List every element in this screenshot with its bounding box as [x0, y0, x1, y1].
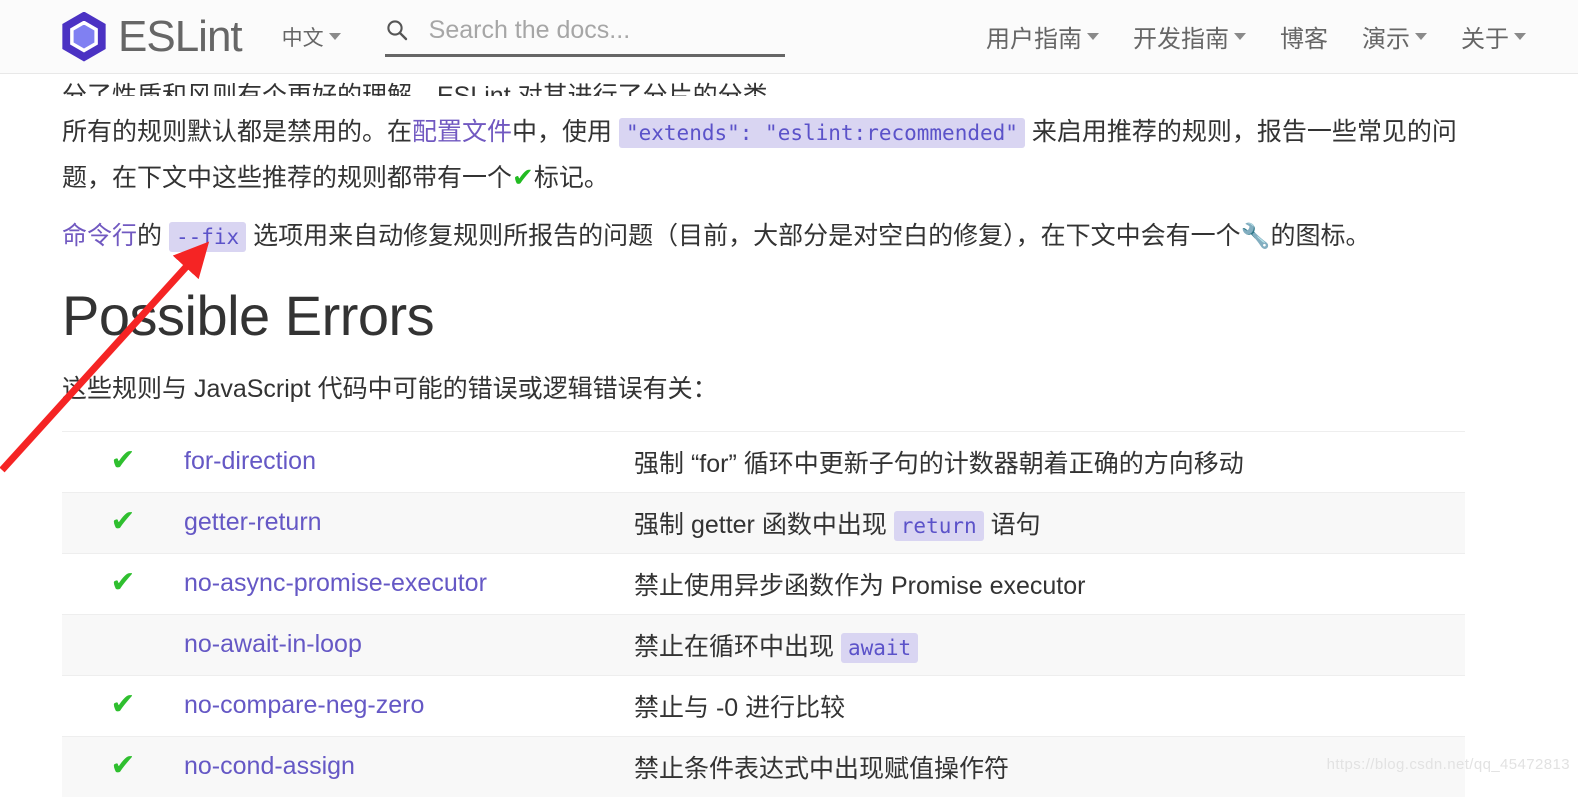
config-file-link[interactable]: 配置文件: [412, 118, 512, 146]
rule-link-for-direction[interactable]: for-direction: [184, 447, 316, 475]
text-segment: 所有的规则默认都是禁用的。在: [62, 118, 413, 146]
search-icon: [386, 20, 407, 41]
text-segment: 标记。: [533, 164, 609, 192]
desc-text: 禁止在循环中出现: [634, 632, 841, 661]
text-segment: 的: [137, 222, 169, 250]
chevron-down-icon: [328, 33, 341, 40]
check-mark-icon: ✔: [110, 444, 136, 478]
paragraph-recommended-rules: 所有的规则默认都是禁用的。在配置文件中，使用 "extends": "eslin…: [62, 110, 1498, 200]
clipped-previous-paragraph: 分了性质和风则有个更好的理解，ESLint 对其进行了分片的分类。: [62, 82, 793, 96]
code-extends-recommended: "extends": "eslint:recommended": [618, 118, 1025, 148]
chevron-down-icon: [1514, 33, 1526, 40]
rule-name-cell: no-async-promise-executor: [184, 553, 634, 614]
table-row[interactable]: ✔ no-compare-neg-zero 禁止与 -0 进行比较: [62, 675, 1465, 736]
rule-name-cell: for-direction: [184, 431, 634, 492]
rules-table: ✔ for-direction 强制 “for” 循环中更新子句的计数器朝着正确…: [62, 431, 1465, 797]
rule-description-cell: 禁止使用异步函数作为 Promise executor: [634, 553, 1465, 614]
brand-logo-link[interactable]: ESLint: [56, 9, 243, 65]
nav-label: 开发指南: [1133, 26, 1229, 53]
check-mark-icon: ✔: [110, 688, 136, 722]
check-mark-icon: ✔: [110, 749, 136, 783]
code-return: return: [893, 510, 984, 541]
rule-description-cell: 禁止与 -0 进行比较: [634, 675, 1465, 736]
brand-name: ESLint: [118, 11, 243, 61]
recommended-cell: ✔: [62, 675, 184, 736]
text-segment: 中，使用: [512, 118, 619, 146]
rule-description-cell: 强制 getter 函数中出现 return 语句: [634, 492, 1465, 553]
eslint-hexagon-logo-icon: [56, 9, 112, 65]
search-box[interactable]: [384, 15, 785, 57]
nav-item-user-guide[interactable]: 用户指南: [986, 19, 1099, 54]
nav-label: 博客: [1280, 26, 1328, 53]
desc-text: 强制 “for” 循环中更新子句的计数器朝着正确的方向移动: [634, 449, 1244, 478]
search-input[interactable]: [428, 15, 785, 45]
recommended-cell: ✔: [62, 431, 184, 492]
recommended-cell: ✔: [62, 736, 184, 797]
nav-item-about[interactable]: 关于: [1461, 19, 1526, 54]
main-navigation: 用户指南 开发指南 博客 演示 关于: [986, 19, 1526, 54]
language-selector[interactable]: 中文: [282, 22, 341, 52]
nav-item-blog[interactable]: 博客: [1280, 19, 1328, 54]
site-header: ESLint 中文 用户指南 开发指南 博客 演示 关于: [0, 0, 1578, 74]
table-row[interactable]: ✔ no-async-promise-executor 禁止使用异步函数作为 P…: [62, 553, 1465, 614]
check-mark-icon: ✔: [110, 566, 136, 600]
recommended-cell: ✔: [62, 553, 184, 614]
nav-label: 关于: [1461, 26, 1509, 53]
table-row[interactable]: ✔ getter-return 强制 getter 函数中出现 return 语…: [62, 492, 1465, 554]
text-segment: 选项用来自动修复规则所报告的问题（目前，大部分是对空白的修复），在下文中会有一个: [246, 222, 1241, 250]
rule-description-cell: 强制 “for” 循环中更新子句的计数器朝着正确的方向移动: [634, 431, 1465, 492]
rule-name-cell: no-await-in-loop: [184, 614, 634, 675]
nav-label: 演示: [1362, 26, 1410, 53]
nav-label: 用户指南: [986, 26, 1082, 53]
recommended-cell: ✔: [62, 492, 184, 553]
table-row[interactable]: ✔ no-cond-assign 禁止条件表达式中出现赋值操作符: [62, 736, 1465, 797]
desc-text: 禁止条件表达式中出现赋值操作符: [634, 754, 1010, 783]
command-line-link[interactable]: 命令行: [62, 222, 137, 250]
rule-link-no-async-promise-executor[interactable]: no-async-promise-executor: [184, 569, 487, 597]
rule-link-no-cond-assign[interactable]: no-cond-assign: [184, 752, 355, 780]
table-row[interactable]: no-await-in-loop 禁止在循环中出现 await: [62, 614, 1465, 676]
recommended-cell: [62, 614, 184, 675]
rule-link-no-compare-neg-zero[interactable]: no-compare-neg-zero: [184, 691, 424, 719]
chevron-down-icon: [1087, 33, 1099, 40]
rule-name-cell: no-cond-assign: [184, 736, 634, 797]
rule-link-getter-return[interactable]: getter-return: [184, 508, 322, 536]
wrench-icon: 🔧: [1240, 223, 1271, 250]
rule-name-cell: getter-return: [184, 492, 634, 553]
check-mark-icon: ✔: [110, 505, 136, 539]
paragraph-fix-option: 命令行的 --fix 选项用来自动修复规则所报告的问题（目前，大部分是对空白的修…: [62, 214, 1498, 259]
check-mark-icon: ✔: [512, 162, 534, 192]
code-fix-flag: --fix: [168, 222, 247, 252]
chevron-down-icon: [1234, 33, 1246, 40]
nav-item-demo[interactable]: 演示: [1362, 19, 1427, 54]
desc-text: 禁止使用异步函数作为 Promise executor: [634, 571, 1086, 600]
watermark-text: https://blog.csdn.net/qq_45472813: [1326, 756, 1570, 773]
desc-text: 强制 getter 函数中出现: [634, 510, 894, 539]
chevron-down-icon: [1415, 33, 1427, 40]
page-content: 分了性质和风则有个更好的理解，ESLint 对其进行了分片的分类。 所有的规则默…: [0, 74, 1578, 797]
code-await: await: [840, 632, 919, 663]
text-segment: 的图标。: [1270, 222, 1371, 250]
section-title-possible-errors: Possible Errors: [62, 284, 435, 347]
nav-item-developer-guide[interactable]: 开发指南: [1133, 19, 1246, 54]
table-row[interactable]: ✔ for-direction 强制 “for” 循环中更新子句的计数器朝着正确…: [62, 431, 1465, 492]
rule-name-cell: no-compare-neg-zero: [184, 675, 634, 736]
section-description: 这些规则与 JavaScript 代码中可能的错误或逻辑错误有关：: [62, 374, 718, 403]
desc-text: 禁止与 -0 进行比较: [634, 693, 846, 722]
language-label: 中文: [281, 26, 324, 50]
rule-description-cell: 禁止在循环中出现 await: [634, 614, 1465, 675]
rule-link-no-await-in-loop[interactable]: no-await-in-loop: [184, 630, 362, 658]
desc-text: 语句: [983, 510, 1041, 539]
